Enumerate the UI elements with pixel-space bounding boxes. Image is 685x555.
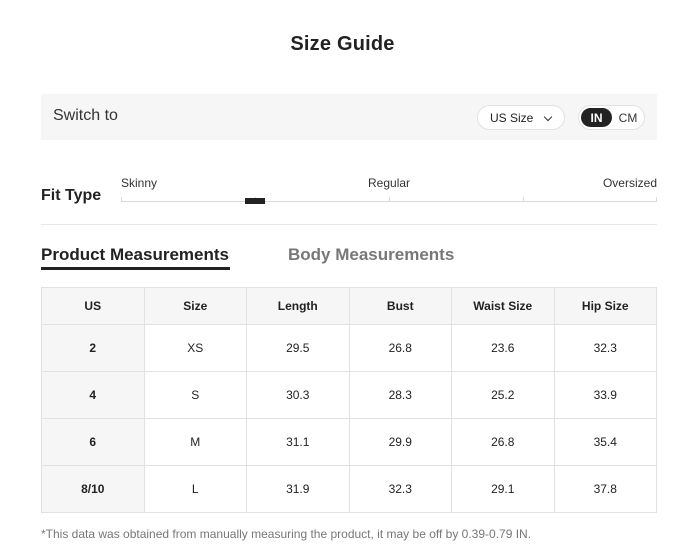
fit-scale-tick (389, 197, 390, 202)
size-system-dropdown[interactable]: US Size (477, 105, 565, 130)
table-cell: 32.3 (553, 324, 657, 372)
fit-scale-tick (121, 197, 122, 202)
table-cell: 2 (41, 324, 145, 372)
table-cell: 29.9 (348, 418, 452, 466)
table-row: 6 M 31.1 29.9 26.8 35.4 (41, 418, 657, 466)
table-cell: M (143, 418, 247, 466)
table-cell: 35.4 (553, 418, 657, 466)
column-header: US (41, 287, 145, 325)
switch-to-label: Switch to (53, 107, 118, 124)
table-header-row: US Size Length Bust Waist Size Hip Size (41, 287, 657, 325)
fit-scale-skinny: Skinny (121, 176, 158, 190)
size-table: US Size Length Bust Waist Size Hip Size … (41, 287, 657, 513)
page-title: Size Guide (290, 33, 395, 55)
column-header: Size (143, 287, 247, 325)
tab-body-measurements[interactable]: Body Measurements (288, 245, 454, 265)
table-cell: 8/10 (41, 465, 145, 513)
tab-product-measurements[interactable]: Product Measurements (41, 245, 230, 270)
unit-toggle: IN CM (578, 105, 645, 130)
table-cell: 32.3 (348, 465, 452, 513)
table-cell: 31.1 (246, 418, 350, 466)
table-cell: 37.8 (553, 465, 657, 513)
table-cell: 26.8 (451, 418, 555, 466)
table-cell: 6 (41, 418, 145, 466)
table-cell: L (143, 465, 247, 513)
unit-switch-bar: Switch to US Size IN CM (41, 94, 657, 140)
table-cell: 29.1 (451, 465, 555, 513)
unit-cm-button[interactable]: CM (613, 108, 643, 127)
table-cell: 29.5 (246, 324, 350, 372)
measurement-disclaimer: *This data was obtained from manually me… (41, 527, 532, 541)
fit-indicator (245, 198, 265, 204)
table-cell: 33.9 (553, 371, 657, 419)
table-cell: XS (143, 324, 247, 372)
fit-scale-oversized: Oversized (602, 176, 657, 190)
table-cell: 31.9 (246, 465, 350, 513)
size-system-value: US Size (490, 110, 534, 125)
section-divider (41, 224, 657, 225)
fit-type-label: Fit Type (41, 187, 102, 204)
fit-scale-tick (656, 197, 657, 202)
fit-scale-regular: Regular (368, 176, 411, 190)
table-cell: 30.3 (246, 371, 350, 419)
column-header: Bust (348, 287, 452, 325)
table-cell: S (143, 371, 247, 419)
table-cell: 4 (41, 371, 145, 419)
column-header: Waist Size (451, 287, 555, 325)
column-header: Hip Size (553, 287, 657, 325)
table-cell: 25.2 (451, 371, 555, 419)
table-row: 4 S 30.3 28.3 25.2 33.9 (41, 371, 657, 419)
table-cell: 26.8 (348, 324, 452, 372)
table-cell: 28.3 (348, 371, 452, 419)
table-row: 8/10 L 31.9 32.3 29.1 37.8 (41, 465, 657, 513)
column-header: Length (246, 287, 350, 325)
table-cell: 23.6 (451, 324, 555, 372)
table-row: 2 XS 29.5 26.8 23.6 32.3 (41, 324, 657, 372)
fit-scale-tick (523, 197, 524, 202)
chevron-down-icon (543, 112, 553, 122)
unit-in-button[interactable]: IN (581, 108, 612, 127)
fit-type-scale: Skinny Regular Oversized (121, 176, 657, 208)
